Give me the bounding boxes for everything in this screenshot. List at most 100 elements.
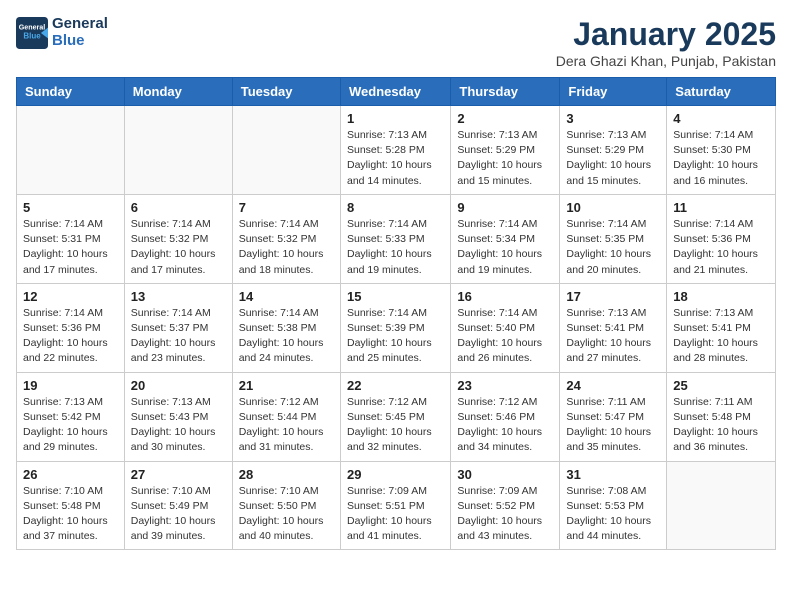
svg-text:Blue: Blue [23, 31, 41, 40]
calendar-week-row: 5 Sunrise: 7:14 AM Sunset: 5:31 PM Daylig… [17, 194, 776, 283]
day-number: 7 [239, 200, 334, 215]
day-number: 31 [566, 467, 660, 482]
day-info: Sunrise: 7:13 AM Sunset: 5:43 PM Dayligh… [131, 395, 226, 456]
day-info: Sunrise: 7:13 AM Sunset: 5:29 PM Dayligh… [566, 128, 660, 189]
calendar-cell: 11 Sunrise: 7:14 AM Sunset: 5:36 PM Dayli… [667, 194, 776, 283]
day-number: 2 [457, 111, 553, 126]
calendar-cell: 22 Sunrise: 7:12 AM Sunset: 5:45 PM Dayli… [340, 372, 450, 461]
day-info: Sunrise: 7:14 AM Sunset: 5:31 PM Dayligh… [23, 217, 118, 278]
calendar-cell: 28 Sunrise: 7:10 AM Sunset: 5:50 PM Dayli… [232, 461, 340, 550]
calendar-cell: 13 Sunrise: 7:14 AM Sunset: 5:37 PM Dayli… [124, 283, 232, 372]
day-info: Sunrise: 7:13 AM Sunset: 5:41 PM Dayligh… [673, 306, 769, 367]
weekday-header-friday: Friday [560, 78, 667, 106]
day-number: 3 [566, 111, 660, 126]
day-info: Sunrise: 7:14 AM Sunset: 5:30 PM Dayligh… [673, 128, 769, 189]
calendar-cell [667, 461, 776, 550]
calendar-table: SundayMondayTuesdayWednesdayThursdayFrid… [16, 77, 776, 550]
day-info: Sunrise: 7:11 AM Sunset: 5:47 PM Dayligh… [566, 395, 660, 456]
day-number: 18 [673, 289, 769, 304]
day-number: 20 [131, 378, 226, 393]
calendar-cell: 9Sunrise: 7:14 AM Sunset: 5:34 PM Daylig… [451, 194, 560, 283]
day-info: Sunrise: 7:14 AM Sunset: 5:36 PM Dayligh… [23, 306, 118, 367]
logo-icon: General Blue [16, 17, 48, 49]
day-number: 13 [131, 289, 226, 304]
calendar-cell: 30 Sunrise: 7:09 AM Sunset: 5:52 PM Dayli… [451, 461, 560, 550]
day-info: Sunrise: 7:13 AM Sunset: 5:29 PM Dayligh… [457, 128, 553, 189]
day-info: Sunrise: 7:12 AM Sunset: 5:44 PM Dayligh… [239, 395, 334, 456]
day-number: 29 [347, 467, 444, 482]
calendar-cell: 14 Sunrise: 7:14 AM Sunset: 5:38 PM Dayli… [232, 283, 340, 372]
weekday-header-row: SundayMondayTuesdayWednesdayThursdayFrid… [17, 78, 776, 106]
day-number: 4 [673, 111, 769, 126]
day-info: Sunrise: 7:14 AM Sunset: 5:34 PM Dayligh… [457, 217, 553, 278]
day-info: Sunrise: 7:14 AM Sunset: 5:32 PM Dayligh… [239, 217, 334, 278]
weekday-header-saturday: Saturday [667, 78, 776, 106]
day-info: Sunrise: 7:09 AM Sunset: 5:52 PM Dayligh… [457, 484, 553, 545]
weekday-header-wednesday: Wednesday [340, 78, 450, 106]
day-number: 22 [347, 378, 444, 393]
day-info: Sunrise: 7:10 AM Sunset: 5:50 PM Dayligh… [239, 484, 334, 545]
day-number: 10 [566, 200, 660, 215]
day-number: 11 [673, 200, 769, 215]
day-info: Sunrise: 7:14 AM Sunset: 5:38 PM Dayligh… [239, 306, 334, 367]
day-info: Sunrise: 7:10 AM Sunset: 5:48 PM Dayligh… [23, 484, 118, 545]
calendar-cell: 3 Sunrise: 7:13 AM Sunset: 5:29 PM Daylig… [560, 106, 667, 195]
day-info: Sunrise: 7:14 AM Sunset: 5:35 PM Dayligh… [566, 217, 660, 278]
day-number: 17 [566, 289, 660, 304]
logo: General Blue General Blue [16, 16, 108, 49]
day-info: Sunrise: 7:14 AM Sunset: 5:33 PM Dayligh… [347, 217, 444, 278]
weekday-header-thursday: Thursday [451, 78, 560, 106]
calendar-cell: 27Sunrise: 7:10 AM Sunset: 5:49 PM Dayli… [124, 461, 232, 550]
calendar-cell [124, 106, 232, 195]
calendar-cell: 26 Sunrise: 7:10 AM Sunset: 5:48 PM Dayli… [17, 461, 125, 550]
weekday-header-monday: Monday [124, 78, 232, 106]
day-number: 14 [239, 289, 334, 304]
calendar-cell: 20 Sunrise: 7:13 AM Sunset: 5:43 PM Dayli… [124, 372, 232, 461]
svg-text:General: General [19, 23, 46, 31]
calendar-cell: 16Sunrise: 7:14 AM Sunset: 5:40 PM Dayli… [451, 283, 560, 372]
calendar-cell [17, 106, 125, 195]
day-number: 12 [23, 289, 118, 304]
calendar-cell: 2 Sunrise: 7:13 AM Sunset: 5:29 PM Daylig… [451, 106, 560, 195]
day-info: Sunrise: 7:14 AM Sunset: 5:32 PM Dayligh… [131, 217, 226, 278]
calendar-cell: 29 Sunrise: 7:09 AM Sunset: 5:51 PM Dayli… [340, 461, 450, 550]
day-info: Sunrise: 7:09 AM Sunset: 5:51 PM Dayligh… [347, 484, 444, 545]
day-number: 6 [131, 200, 226, 215]
day-number: 27 [131, 467, 226, 482]
calendar-cell: 6 Sunrise: 7:14 AM Sunset: 5:32 PM Daylig… [124, 194, 232, 283]
calendar-cell: 18 Sunrise: 7:13 AM Sunset: 5:41 PM Dayli… [667, 283, 776, 372]
calendar-cell: 1Sunrise: 7:13 AM Sunset: 5:28 PM Daylig… [340, 106, 450, 195]
day-number: 26 [23, 467, 118, 482]
logo-text-line1: General [52, 16, 108, 33]
day-info: Sunrise: 7:14 AM Sunset: 5:36 PM Dayligh… [673, 217, 769, 278]
calendar-cell: 17 Sunrise: 7:13 AM Sunset: 5:41 PM Dayli… [560, 283, 667, 372]
day-info: Sunrise: 7:11 AM Sunset: 5:48 PM Dayligh… [673, 395, 769, 456]
calendar-week-row: 19Sunrise: 7:13 AM Sunset: 5:42 PM Dayli… [17, 372, 776, 461]
day-info: Sunrise: 7:12 AM Sunset: 5:45 PM Dayligh… [347, 395, 444, 456]
title-area: January 2025 Dera Ghazi Khan, Punjab, Pa… [556, 16, 776, 69]
day-number: 28 [239, 467, 334, 482]
day-info: Sunrise: 7:13 AM Sunset: 5:28 PM Dayligh… [347, 128, 444, 189]
calendar-week-row: 12 Sunrise: 7:14 AM Sunset: 5:36 PM Dayli… [17, 283, 776, 372]
page-header: General Blue General Blue January 2025 D… [16, 16, 776, 69]
calendar-cell: 23Sunrise: 7:12 AM Sunset: 5:46 PM Dayli… [451, 372, 560, 461]
calendar-cell: 12 Sunrise: 7:14 AM Sunset: 5:36 PM Dayli… [17, 283, 125, 372]
weekday-header-sunday: Sunday [17, 78, 125, 106]
calendar-cell: 10 Sunrise: 7:14 AM Sunset: 5:35 PM Dayli… [560, 194, 667, 283]
day-number: 30 [457, 467, 553, 482]
day-number: 5 [23, 200, 118, 215]
calendar-cell [232, 106, 340, 195]
calendar-week-row: 1Sunrise: 7:13 AM Sunset: 5:28 PM Daylig… [17, 106, 776, 195]
calendar-cell: 8Sunrise: 7:14 AM Sunset: 5:33 PM Daylig… [340, 194, 450, 283]
calendar-cell: 5 Sunrise: 7:14 AM Sunset: 5:31 PM Daylig… [17, 194, 125, 283]
day-info: Sunrise: 7:14 AM Sunset: 5:37 PM Dayligh… [131, 306, 226, 367]
day-info: Sunrise: 7:14 AM Sunset: 5:39 PM Dayligh… [347, 306, 444, 367]
day-info: Sunrise: 7:13 AM Sunset: 5:41 PM Dayligh… [566, 306, 660, 367]
calendar-cell: 15 Sunrise: 7:14 AM Sunset: 5:39 PM Dayli… [340, 283, 450, 372]
calendar-week-row: 26 Sunrise: 7:10 AM Sunset: 5:48 PM Dayli… [17, 461, 776, 550]
calendar-cell: 21Sunrise: 7:12 AM Sunset: 5:44 PM Dayli… [232, 372, 340, 461]
logo-text-line2: Blue [52, 33, 108, 50]
day-info: Sunrise: 7:08 AM Sunset: 5:53 PM Dayligh… [566, 484, 660, 545]
day-number: 15 [347, 289, 444, 304]
weekday-header-tuesday: Tuesday [232, 78, 340, 106]
